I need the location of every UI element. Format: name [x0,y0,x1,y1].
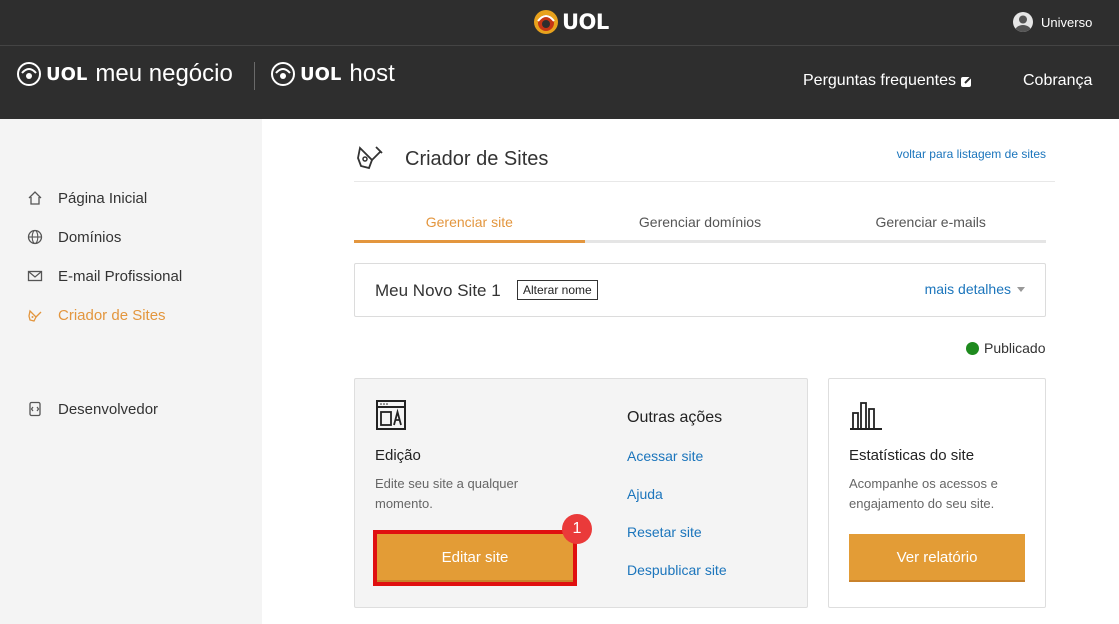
chevron-down-icon [1017,286,1025,292]
stats-card-title: Estatísticas do site [849,447,975,464]
status-dot-icon [966,341,979,355]
publish-status: Publicado [966,340,1046,356]
tab-manage-site[interactable]: Gerenciar site [354,205,585,243]
edit-card-title: Edição [375,447,421,464]
rename-site-button[interactable]: Alterar nome [517,280,598,300]
external-link-icon [961,75,973,87]
stats-card-desc-line1: Acompanhe os acessos e [849,476,998,491]
brand-divider [254,62,255,90]
home-icon [26,189,44,207]
developer-icon [26,400,44,418]
tabs: Gerenciar site Gerenciar domínios Gerenc… [354,205,1046,243]
site-builder-icon [357,146,383,170]
brand-host[interactable]: UOL host [270,60,395,88]
site-summary-box: Meu Novo Site 1 Alterar nome mais detalh… [354,263,1046,317]
sidebar-item-label: Criador de Sites [58,306,166,324]
nav-billing-label: Cobrança [1023,72,1093,89]
uol-logo-text: UOL [562,10,609,34]
status-label: Publicado [984,340,1046,356]
stats-card: Estatísticas do site Acompanhe os acesso… [828,378,1046,608]
help-link[interactable]: Ajuda [627,486,663,502]
access-site-link[interactable]: Acessar site [627,448,703,464]
sidebar: Página Inicial Domínios E-mail Profissio… [0,119,262,624]
stats-card-desc-line2: engajamento do seu site. [849,496,995,511]
edit-card: Edição Edite seu site a qualquer momento… [354,378,808,608]
sidebar-item-developer[interactable]: Desenvolvedor [26,400,158,418]
sidebar-item-label: Página Inicial [58,189,148,207]
other-actions-title: Outras ações [627,409,723,426]
nav-faq-label: Perguntas frequentes [803,72,956,89]
sidebar-item-domains[interactable]: Domínios [26,228,121,246]
tab-manage-domains[interactable]: Gerenciar domínios [585,205,816,240]
brand2-uol-text: UOL [300,63,342,85]
uol-circle-logo-icon [17,62,41,86]
page-title: Criador de Sites [405,148,549,170]
unpublish-site-link[interactable]: Despublicar site [627,562,727,578]
nav-billing-link[interactable]: Cobrança [1023,72,1092,90]
view-report-button[interactable]: Ver relatório [849,534,1025,582]
uol-logo[interactable]: UOL [533,9,609,35]
user-menu[interactable]: Universo [1013,12,1092,32]
more-details-label: mais detalhes [924,281,1011,297]
site-name: Meu Novo Site 1 [375,281,501,300]
sidebar-item-email[interactable]: E-mail Profissional [26,267,182,285]
brand-bar: UOL meu negócio UOL host Perguntas frequ… [0,46,1119,119]
brand1-product: meu negócio [95,60,233,87]
edit-site-button[interactable]: Editar site [377,534,573,582]
uol-circle-logo-icon [271,62,295,86]
reset-site-link[interactable]: Resetar site [627,524,702,540]
sidebar-item-site-builder[interactable]: Criador de Sites [26,306,166,324]
bar-chart-icon [850,402,882,430]
brand2-product: host [349,60,395,87]
mail-icon [26,267,44,285]
back-to-sites-link[interactable]: voltar para listagem de sites [897,147,1046,161]
sidebar-item-label: Desenvolvedor [58,400,159,418]
brand-meu-negocio[interactable]: UOL meu negócio [16,60,233,88]
pen-tool-icon [26,306,44,324]
uol-top-bar: UOL Universo [0,0,1119,46]
edit-card-desc-line2: momento. [375,496,433,511]
step-badge: 1 [562,514,592,544]
sidebar-item-label: Domínios [58,228,122,246]
uol-logo-icon [534,10,558,34]
edit-card-desc-line1: Edite seu site a qualquer [375,476,519,491]
nav-faq-link[interactable]: Perguntas frequentes [803,72,974,90]
user-name: Universo [1041,14,1093,30]
sidebar-item-home[interactable]: Página Inicial [26,189,147,207]
editor-window-icon [376,400,406,430]
globe-icon [26,228,44,246]
brand1-uol-text: UOL [46,63,88,85]
page-header: Criador de Sites voltar para listagem de… [354,136,1055,182]
more-details-toggle[interactable]: mais detalhes [925,281,1025,297]
user-avatar-icon [1013,12,1033,32]
sidebar-item-label: E-mail Profissional [58,267,183,285]
tab-manage-emails[interactable]: Gerenciar e-mails [815,205,1046,240]
